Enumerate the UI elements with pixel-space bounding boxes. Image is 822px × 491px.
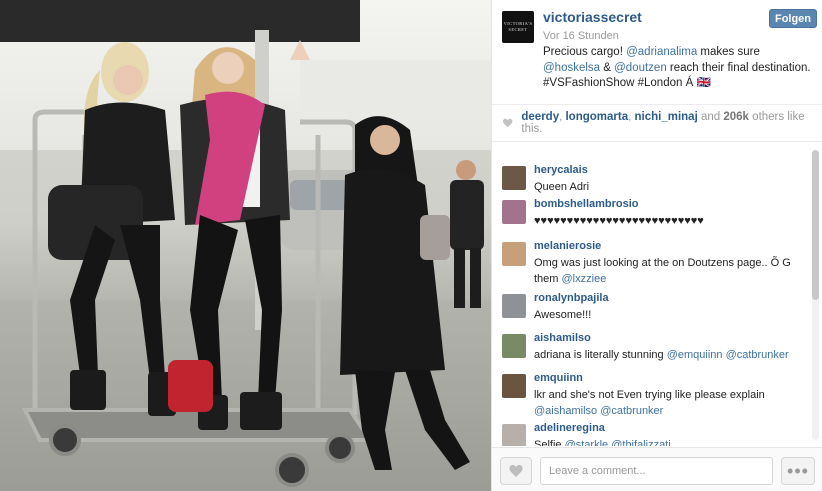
comment-row: melanierosie Omg was just looking at the … xyxy=(492,230,812,285)
comment-text-part: ♥♥♥♥♥♥♥♥♥♥♥♥♥♥♥♥♥♥♥♥♥♥♥♥♥♥ xyxy=(534,215,704,227)
person-left xyxy=(48,42,176,416)
comment-row: adelineregina Selfie @starkle @thifalizza… xyxy=(492,412,812,446)
caption-text: makes sure xyxy=(697,46,760,58)
patterned-handbag xyxy=(420,215,450,260)
comment-footer: ••• xyxy=(492,447,822,491)
post-photo[interactable] xyxy=(0,0,491,491)
caption-mention[interactable]: @adrianalima xyxy=(626,46,697,58)
comment-username[interactable]: melanierosie xyxy=(534,240,601,252)
caption-text: Precious cargo! xyxy=(543,46,627,58)
like-user[interactable]: deerdy xyxy=(521,111,559,123)
likes-count[interactable]: 206k xyxy=(723,111,749,123)
avatar[interactable]: VICTORIA'S SECRET xyxy=(502,11,534,43)
trolley-wheel xyxy=(275,453,309,487)
comment-text: Selfie @starkle @thifalizzati xyxy=(534,438,799,446)
person-right xyxy=(340,116,470,470)
avatar[interactable] xyxy=(502,334,526,358)
brand-logo-line: SECRET xyxy=(508,27,528,32)
more-options-button[interactable]: ••• xyxy=(781,457,815,485)
post-username[interactable]: victoriassecret xyxy=(543,9,642,25)
avatar[interactable] xyxy=(502,294,526,318)
comment-input[interactable] xyxy=(540,457,773,485)
follow-button[interactable]: Folgen xyxy=(769,9,817,28)
comment-mention[interactable]: @emquiinn xyxy=(667,349,723,361)
comment-text-part: adriana is literally stunning xyxy=(534,349,667,361)
comment-username[interactable]: ronalynbpajila xyxy=(534,292,609,304)
caption-mention[interactable]: @doutzen xyxy=(614,62,667,74)
post-caption: Precious cargo! @adrianalima makes sure … xyxy=(543,45,815,92)
avatar[interactable] xyxy=(502,200,526,224)
comment-mention[interactable]: @catbrunker xyxy=(726,349,789,361)
comment-mention[interactable]: @starkle xyxy=(565,439,609,446)
likes-and: and xyxy=(700,111,721,123)
avatar[interactable] xyxy=(502,374,526,398)
scrollbar-thumb[interactable] xyxy=(812,150,819,300)
like-button[interactable] xyxy=(500,457,532,485)
comment-list: herycalais Queen Adri bombshellambrosio ♥♥♥… xyxy=(492,146,822,446)
comments-scrollbar[interactable] xyxy=(812,150,819,440)
comment-row: emquiinn lkr and she's not Even trying li… xyxy=(492,362,812,417)
like-user[interactable]: nichi_minaj xyxy=(635,111,698,123)
comment-row: ronalynbpajila Awesome!!! xyxy=(492,282,812,322)
heart-icon xyxy=(502,118,513,128)
comment-row: bombshellambrosio ♥♥♥♥♥♥♥♥♥♥♥♥♥♥♥♥♥♥♥♥♥♥♥… xyxy=(492,188,812,228)
comment-row: aishamilso adriana is literally stunning … xyxy=(492,322,812,362)
photo-scene xyxy=(21,30,484,487)
post-header: VICTORIA'S SECRET victoriassecret Vor 16… xyxy=(492,0,822,104)
avatar[interactable] xyxy=(502,166,526,190)
caption-mention[interactable]: @hoskelsa xyxy=(543,62,600,74)
comment-username[interactable]: adelineregina xyxy=(534,422,605,434)
background-man xyxy=(450,160,484,308)
ellipsis-icon: ••• xyxy=(787,461,809,481)
comment-mention[interactable]: @thifalizzati xyxy=(611,439,670,446)
heart-icon xyxy=(509,464,523,477)
trolley-wheel xyxy=(49,424,81,456)
avatar[interactable] xyxy=(502,242,526,266)
comment-username[interactable]: aishamilso xyxy=(534,332,591,344)
trolley-wheel xyxy=(325,433,355,463)
comment-username[interactable]: herycalais xyxy=(534,164,588,176)
caption-text: & xyxy=(600,61,615,74)
caption-text: 🇬🇧 xyxy=(696,77,711,89)
avatar[interactable] xyxy=(502,424,526,446)
comment-username[interactable]: bombshellambrosio xyxy=(534,198,639,210)
comment-username[interactable]: emquiinn xyxy=(534,372,583,384)
comment-text: ♥♥♥♥♥♥♥♥♥♥♥♥♥♥♥♥♥♥♥♥♥♥♥♥♥♥ xyxy=(534,214,799,230)
red-handbag xyxy=(168,360,213,412)
comment-text-part: lkr and she's not Even trying like pleas… xyxy=(534,389,765,401)
comment-text-part: Selfie xyxy=(534,439,565,446)
likes-summary: deerdy, longomarta, nichi_minaj and 206k… xyxy=(492,104,822,142)
like-user[interactable]: longomarta xyxy=(565,111,628,123)
post-timestamp[interactable]: Vor 16 Stunden xyxy=(543,30,619,42)
comment-text-part: Awesome!!! xyxy=(534,309,592,321)
post-sidebar: VICTORIA'S SECRET victoriassecret Vor 16… xyxy=(491,0,822,491)
